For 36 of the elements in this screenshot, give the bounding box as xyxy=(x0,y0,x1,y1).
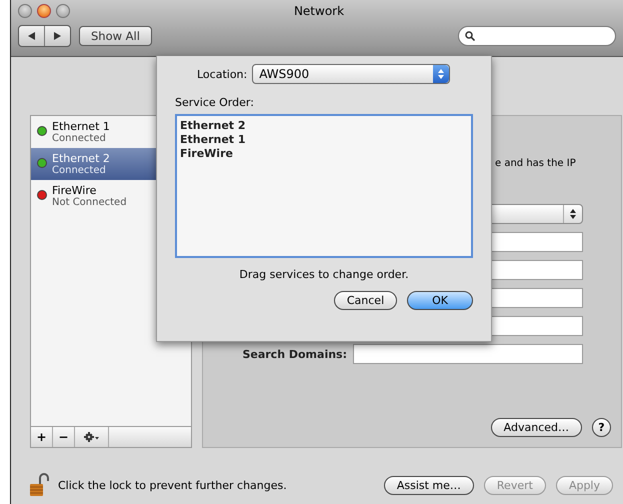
service-name: Ethernet 2 xyxy=(52,152,110,165)
window-title: Network xyxy=(292,4,346,18)
close-button[interactable] xyxy=(37,4,51,18)
right-triangle-icon xyxy=(54,32,61,40)
search-icon xyxy=(465,31,475,41)
window-zoom-light[interactable] xyxy=(56,4,70,18)
advanced-button[interactable]: Advanced… xyxy=(490,418,582,437)
window-minimize-light[interactable] xyxy=(18,4,32,18)
help-button[interactable]: ? xyxy=(592,418,611,437)
service-name: FireWire xyxy=(52,184,98,197)
service-order-label: Service Order: xyxy=(175,96,255,109)
stepper-arrows-icon xyxy=(438,69,444,79)
show-all-button[interactable]: Show All xyxy=(79,26,152,46)
drag-hint: Drag services to change order. xyxy=(238,268,410,281)
search-field[interactable] xyxy=(458,26,616,46)
service-status: Connected xyxy=(52,165,107,176)
search-domains-field[interactable] xyxy=(353,344,583,364)
add-button[interactable]: + xyxy=(31,427,53,447)
service-order-item[interactable]: Ethernet 2 xyxy=(180,119,246,132)
status-text: e and has the IP xyxy=(495,158,577,171)
padlock-icon[interactable] xyxy=(30,473,50,497)
service-status: Connected xyxy=(52,133,107,144)
footer-button[interactable]: Assist me… xyxy=(384,476,474,494)
lock-message: Click the lock to prevent further changes. xyxy=(58,478,287,492)
location-label: Location: xyxy=(197,68,248,80)
gear-icon xyxy=(84,432,100,442)
remove-button[interactable]: − xyxy=(53,427,75,447)
stepper-arrows-icon xyxy=(570,209,576,219)
service-name: Ethernet 1 xyxy=(52,120,110,133)
ok-button[interactable]: OK xyxy=(407,291,473,310)
service-status: Not Connected xyxy=(52,197,127,208)
left-triangle-icon xyxy=(28,32,35,40)
cancel-button[interactable]: Cancel xyxy=(334,291,398,310)
search-domains-label: Search Domains: xyxy=(242,348,347,360)
location-popup[interactable]: AWS900 xyxy=(252,64,450,84)
service-order-item[interactable]: Ethernet 1 xyxy=(180,133,246,146)
